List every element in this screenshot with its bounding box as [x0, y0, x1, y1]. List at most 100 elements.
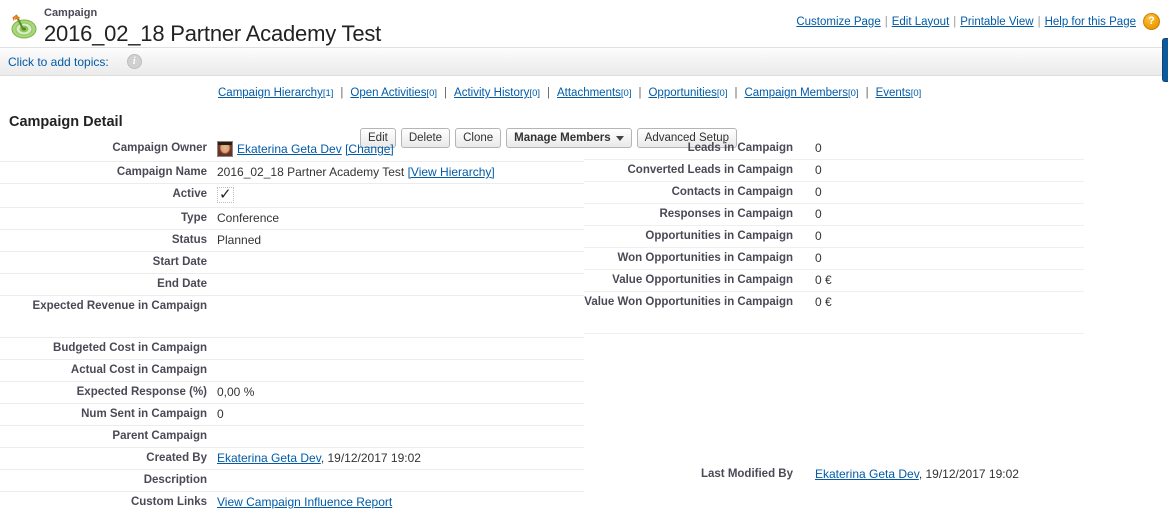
nav-campaign-hierarchy[interactable]: Campaign Hierarchy: [218, 87, 323, 99]
field-value: 2016_02_18 Partner Academy Test [View Hi…: [213, 162, 584, 183]
field-parent-campaign: Parent Campaign: [0, 426, 584, 448]
nav-separator: |: [638, 87, 641, 99]
customize-page-link[interactable]: Customize Page: [796, 16, 880, 28]
field-label: Parent Campaign: [0, 426, 213, 447]
field-expected-response: Expected Response (%) 0,00 %: [0, 382, 584, 404]
nav-campaign-hierarchy-count: [1]: [323, 88, 334, 99]
field-value-opportunities-in-campaign: Value Opportunities in Campaign 0 €: [584, 270, 1084, 292]
field-value: View Campaign Influence Report: [213, 492, 584, 511]
active-checkbox-checked: ✓: [217, 187, 234, 203]
printable-view-link[interactable]: Printable View: [960, 16, 1033, 28]
field-campaign-owner: Campaign Owner Ekaterina Geta Dev [Chang…: [0, 138, 584, 162]
nav-activity-history[interactable]: Activity History: [454, 87, 529, 99]
field-active: Active ✓: [0, 184, 584, 208]
field-label: Leads in Campaign: [584, 138, 799, 159]
field-actual-cost-in-campaign: Actual Cost in Campaign: [0, 360, 584, 382]
nav-campaign-members[interactable]: Campaign Members: [744, 87, 848, 99]
field-value: 0: [213, 404, 584, 425]
created-by-timestamp: , 19/12/2017 19:02: [321, 451, 421, 465]
field-opportunities-in-campaign: Opportunities in Campaign 0: [584, 226, 1084, 248]
field-label: Custom Links: [0, 492, 213, 511]
field-value: Ekaterina Geta Dev [Change]: [213, 138, 584, 161]
nav-separator: |: [340, 87, 343, 99]
field-value: [213, 274, 584, 295]
help-for-this-page-link[interactable]: Help for this Page: [1045, 16, 1136, 28]
field-value: Ekaterina Geta Dev, 19/12/2017 19:02: [799, 464, 1084, 485]
field-value: 0: [799, 248, 1084, 269]
last-modified-by-user-link[interactable]: Ekaterina Geta Dev: [815, 467, 919, 481]
info-icon[interactable]: i: [127, 54, 142, 69]
nav-events-count: [0]: [911, 88, 922, 99]
field-label: Last Modified By: [584, 464, 799, 485]
topics-bar: Click to add topics: i: [0, 48, 1168, 76]
field-value: [213, 252, 584, 273]
field-value: [213, 470, 584, 491]
nav-separator: |: [734, 87, 737, 99]
view-campaign-influence-report-link[interactable]: View Campaign Influence Report: [217, 495, 392, 509]
spacer-label: [584, 334, 799, 464]
campaign-name-text: 2016_02_18 Partner Academy Test: [217, 165, 404, 179]
field-status: Status Planned: [0, 230, 584, 252]
field-label: Description: [0, 470, 213, 491]
field-label: Created By: [0, 448, 213, 469]
field-value: 0: [799, 138, 1084, 159]
field-value: Planned: [213, 230, 584, 251]
field-value: [213, 296, 584, 337]
field-campaign-name: Campaign Name 2016_02_18 Partner Academy…: [0, 162, 584, 184]
detail-right-column: Leads in Campaign 0 Converted Leads in C…: [584, 138, 1084, 485]
detail-left-column: Campaign Owner Ekaterina Geta Dev [Chang…: [0, 138, 584, 511]
field-won-opportunities-in-campaign: Won Opportunities in Campaign 0: [584, 248, 1084, 270]
spacer-row: [584, 334, 1084, 464]
field-label: Value Won Opportunities in Campaign: [584, 292, 799, 333]
field-leads-in-campaign: Leads in Campaign 0: [584, 138, 1084, 160]
link-separator: |: [885, 16, 888, 28]
help-icon[interactable]: ?: [1143, 13, 1160, 30]
field-custom-links: Custom Links View Campaign Influence Rep…: [0, 492, 584, 511]
avatar: [217, 141, 233, 157]
campaign-owner-link[interactable]: Ekaterina Geta Dev: [237, 142, 342, 156]
campaign-target-icon: [7, 9, 39, 41]
field-label: Expected Revenue in Campaign: [0, 296, 213, 337]
field-label: Status: [0, 230, 213, 251]
field-label: Opportunities in Campaign: [584, 226, 799, 247]
field-value: Ekaterina Geta Dev, 19/12/2017 19:02: [213, 448, 584, 469]
field-label: Responses in Campaign: [584, 204, 799, 225]
field-value: 0: [799, 226, 1084, 247]
nav-open-activities[interactable]: Open Activities: [350, 87, 426, 99]
field-value: [213, 426, 584, 447]
nav-attachments[interactable]: Attachments: [557, 87, 621, 99]
field-label: Num Sent in Campaign: [0, 404, 213, 425]
nav-open-activities-count: [0]: [426, 88, 437, 99]
field-value-won-opportunities-in-campaign: Value Won Opportunities in Campaign 0 €: [584, 292, 1084, 334]
nav-separator: |: [444, 87, 447, 99]
header-links: Customize Page | Edit Layout | Printable…: [796, 13, 1160, 30]
title-text: Campaign 2016_02_18 Partner Academy Test: [39, 5, 381, 47]
page-title: 2016_02_18 Partner Academy Test: [44, 20, 381, 47]
edge-panel-sliver[interactable]: [1162, 38, 1168, 82]
field-value: ✓: [213, 184, 584, 207]
field-label: Value Opportunities in Campaign: [584, 270, 799, 291]
nav-attachments-count: [0]: [621, 88, 632, 99]
view-hierarchy-link[interactable]: [View Hierarchy]: [408, 165, 495, 179]
field-num-sent-in-campaign: Num Sent in Campaign 0: [0, 404, 584, 426]
nav-separator: |: [547, 87, 550, 99]
add-topics-link[interactable]: Click to add topics:: [8, 55, 109, 69]
field-end-date: End Date: [0, 274, 584, 296]
field-label: Budgeted Cost in Campaign: [0, 338, 213, 359]
nav-events[interactable]: Events: [876, 87, 911, 99]
last-modified-timestamp: , 19/12/2017 19:02: [919, 467, 1019, 481]
field-label: Actual Cost in Campaign: [0, 360, 213, 381]
field-value: 0: [799, 182, 1084, 203]
field-label: Campaign Owner: [0, 138, 213, 161]
created-by-user-link[interactable]: Ekaterina Geta Dev: [217, 451, 321, 465]
field-description: Description: [0, 470, 584, 492]
change-owner-link[interactable]: [Change]: [345, 142, 394, 156]
spacer-value: [799, 334, 1084, 464]
field-responses-in-campaign: Responses in Campaign 0: [584, 204, 1084, 226]
nav-opportunities[interactable]: Opportunities: [648, 87, 716, 99]
section-title: Campaign Detail: [9, 108, 123, 136]
edit-layout-link[interactable]: Edit Layout: [892, 16, 950, 28]
field-last-modified-by: Last Modified By Ekaterina Geta Dev, 19/…: [584, 464, 1084, 485]
field-value: 0: [799, 204, 1084, 225]
nav-opportunities-count: [0]: [717, 88, 728, 99]
